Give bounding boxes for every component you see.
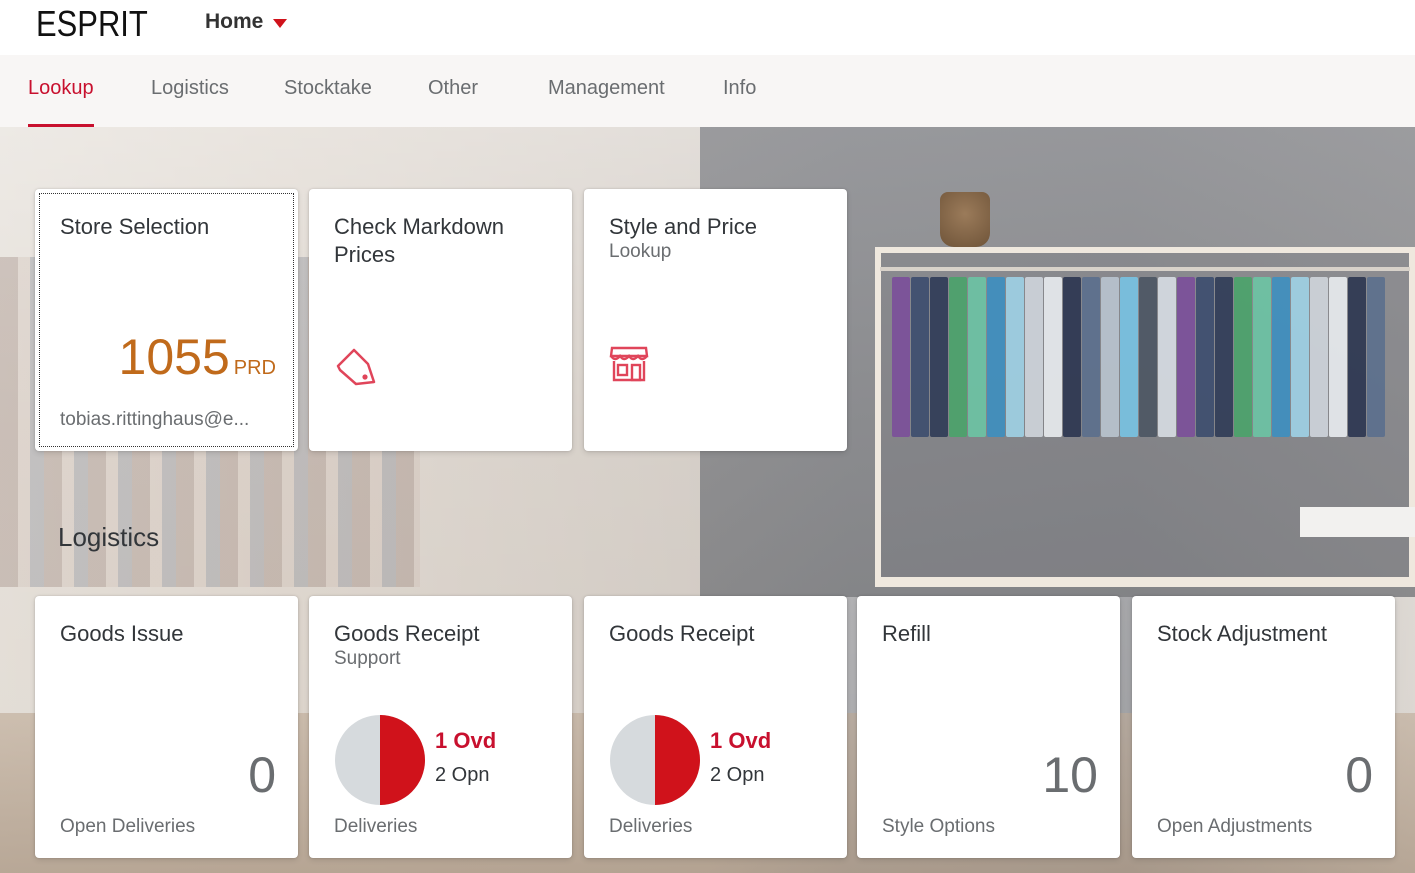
tab-management[interactable]: Management: [548, 77, 665, 127]
tile-subtitle: Lookup: [609, 241, 672, 262]
section-title-logistics: Logistics: [58, 522, 160, 552]
active-tab-indicator: [28, 124, 94, 127]
shirt: [892, 277, 910, 437]
kpi-number: 1055: [118, 329, 230, 385]
pie-overdue-slice: [655, 715, 700, 805]
home-label: Home: [205, 10, 264, 33]
shirt: [1272, 277, 1290, 437]
tile-title: Goods Receipt: [334, 621, 480, 646]
kpi-value: 10: [1042, 747, 1098, 803]
tab-label: Stocktake: [284, 77, 372, 99]
shirt: [1196, 277, 1214, 437]
pie-labels: 1 Ovd 2 Opn: [435, 728, 496, 787]
display-table: [1300, 507, 1415, 537]
tile-title: Goods Receipt: [609, 621, 755, 646]
overdue-count: 1 Ovd: [710, 728, 772, 753]
shirt: [1063, 277, 1081, 437]
tile-title: Goods Issue: [60, 621, 184, 646]
tile-title: Stock Adjustment: [1157, 621, 1327, 646]
tile-footer: tobias.rittinghaus@e...: [60, 409, 250, 430]
shirt: [1120, 277, 1138, 437]
kpi-value: 1055 PRD: [119, 332, 276, 393]
shell-header: ESPRIT Home: [0, 0, 1415, 55]
shirt: [1158, 277, 1176, 437]
tile-title: Store Selection: [60, 214, 210, 239]
shirt: [987, 277, 1005, 437]
overdue-count: 1 Ovd: [435, 728, 497, 753]
caret-down-icon: [273, 18, 288, 28]
tab-label: Other: [428, 77, 479, 99]
open-count: 2 Opn: [435, 764, 490, 786]
tile-footer: Open Deliveries: [60, 816, 196, 837]
shirt: [1310, 277, 1328, 437]
tab-stocktake[interactable]: Stocktake: [284, 77, 372, 127]
store-icon: [609, 344, 649, 389]
price-tag-icon: [334, 344, 380, 395]
pie-overdue-slice: [380, 715, 425, 805]
tab-other[interactable]: Other: [428, 77, 478, 127]
tile-title: Style and Price: [609, 214, 757, 239]
tile-subtitle: Support: [334, 648, 401, 669]
shirt: [1234, 277, 1252, 437]
open-count: 2 Opn: [710, 764, 765, 786]
tab-logistics[interactable]: Logistics: [151, 77, 229, 127]
tile-goods-issue[interactable]: Goods Issue 0 Open Deliveries: [35, 596, 298, 858]
shirt: [1177, 277, 1195, 437]
tile-check-markdown-prices[interactable]: Check Markdown Prices: [309, 189, 572, 451]
tile-footer: Style Options: [882, 816, 995, 837]
hanging-rail: [880, 267, 1410, 271]
tab-label: Logistics: [151, 77, 229, 99]
tile-footer: Deliveries: [334, 816, 418, 837]
tile-goods-receipt[interactable]: Goods Receipt 1 Ovd 2 Opn Deliveries: [584, 596, 847, 858]
shirt: [1044, 277, 1062, 437]
shirt: [1329, 277, 1347, 437]
tab-label: Management: [548, 77, 665, 99]
shirt: [1082, 277, 1100, 437]
tab-info[interactable]: Info: [723, 77, 756, 127]
tab-bar: Lookup Logistics Stocktake Other Managem…: [0, 55, 1415, 127]
shirt: [968, 277, 986, 437]
home-menu-button[interactable]: Home: [205, 9, 288, 35]
shirt: [949, 277, 967, 437]
kpi-value: 0: [248, 747, 276, 803]
shirt: [1367, 277, 1385, 437]
shirt: [911, 277, 929, 437]
tab-lookup[interactable]: Lookup: [28, 77, 94, 127]
pie-labels: 1 Ovd 2 Opn: [710, 728, 771, 787]
tile-title: Check Markdown Prices: [334, 214, 504, 267]
tile-style-price-lookup[interactable]: Style and Price Lookup: [584, 189, 847, 451]
shirt: [1215, 277, 1233, 437]
tile-title: Refill: [882, 621, 931, 646]
esprit-logo[interactable]: ESPRIT: [36, 6, 148, 42]
tile-stock-adjustment[interactable]: Stock Adjustment 0 Open Adjustments: [1132, 596, 1395, 858]
shirt: [1006, 277, 1024, 437]
tile-footer: Open Adjustments: [1157, 816, 1313, 837]
shirt: [930, 277, 948, 437]
deliveries-pie-chart: [334, 714, 426, 806]
shirt: [1139, 277, 1157, 437]
shirt: [1253, 277, 1271, 437]
kpi-scale: PRD: [233, 357, 276, 379]
shirt: [1025, 277, 1043, 437]
tab-label: Info: [723, 77, 757, 99]
tab-label: Lookup: [28, 77, 94, 99]
plant-pot: [940, 192, 990, 247]
deliveries-pie-chart: [609, 714, 701, 806]
tile-refill[interactable]: Refill 10 Style Options: [857, 596, 1120, 858]
shirt: [1101, 277, 1119, 437]
shirt: [1348, 277, 1366, 437]
tile-store-selection[interactable]: Store Selection 1055 PRD tobias.rittingha…: [35, 189, 298, 451]
tile-footer: Deliveries: [609, 816, 693, 837]
tile-goods-receipt-support[interactable]: Goods Receipt Support 1 Ovd 2 Opn Delive…: [309, 596, 572, 858]
shirt: [1291, 277, 1309, 437]
kpi-value: 0: [1345, 747, 1373, 803]
